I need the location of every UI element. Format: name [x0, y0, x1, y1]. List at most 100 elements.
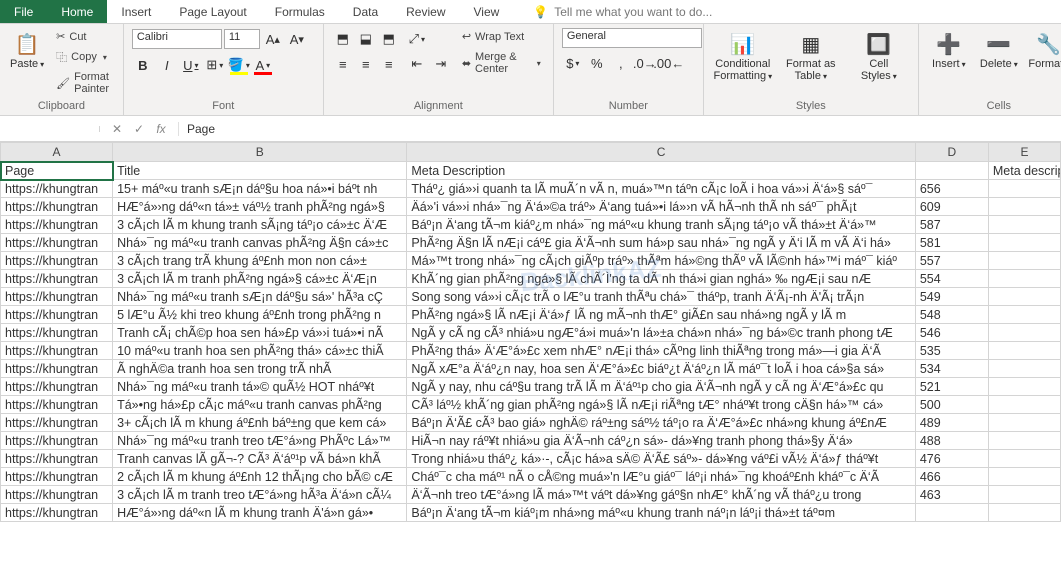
tab-formulas[interactable]: Formulas: [261, 0, 339, 23]
cell[interactable]: https://khungtran: [1, 378, 113, 396]
borders-button[interactable]: ⊞▾: [204, 54, 226, 76]
cell[interactable]: [915, 162, 988, 180]
comma-button[interactable]: ,: [610, 52, 632, 74]
align-top-icon[interactable]: ⬒: [332, 28, 354, 50]
tab-review[interactable]: Review: [392, 0, 459, 23]
merge-center-button[interactable]: ⬌Merge & Center▾: [458, 49, 545, 77]
align-bottom-icon[interactable]: ⬒: [378, 28, 400, 50]
cell[interactable]: CÃ³ láº½ khÃ´ng gian phÃ²ng ngá»§ lÃ nÆ¡…: [407, 396, 915, 414]
cell[interactable]: HÆ°á»›ng dáº«n lÃ m khung tranh Ä'á»n gá…: [113, 504, 407, 522]
cell[interactable]: 554: [915, 270, 988, 288]
cell[interactable]: 656: [915, 180, 988, 198]
tab-page-layout[interactable]: Page Layout: [165, 0, 260, 23]
cell[interactable]: [988, 414, 1060, 432]
conditional-formatting-button[interactable]: 📊 Conditional Formatting▾: [712, 28, 774, 84]
cell[interactable]: Tháº¿ giá»›i quanh ta lÃ muÃ´n vÃ n, muá…: [407, 180, 915, 198]
cell[interactable]: https://khungtran: [1, 360, 113, 378]
cell[interactable]: 548: [915, 306, 988, 324]
align-right-icon[interactable]: ≡: [378, 53, 400, 75]
cell[interactable]: 549: [915, 288, 988, 306]
tab-data[interactable]: Data: [339, 0, 392, 23]
cell[interactable]: Tá»•ng há»£p cÃ¡c máº«u tranh canvas phÃ…: [113, 396, 407, 414]
orientation-button[interactable]: ⤢▾: [406, 28, 428, 50]
cell[interactable]: 581: [915, 234, 988, 252]
cell[interactable]: 3 cÃ¡ch lÃ m tranh treo tÆ°á»ng hÃ³a Ä‘á…: [113, 486, 407, 504]
tab-insert[interactable]: Insert: [107, 0, 165, 23]
cell[interactable]: 463: [915, 486, 988, 504]
cell[interactable]: Nhá»¯ng máº«u tranh canvas phÃ²ng Ä§n cá…: [113, 234, 407, 252]
cell[interactable]: [988, 252, 1060, 270]
cell[interactable]: Title: [113, 162, 407, 180]
cell[interactable]: [988, 180, 1060, 198]
cut-button[interactable]: ✂Cut: [52, 28, 90, 45]
cell[interactable]: https://khungtran: [1, 396, 113, 414]
cell[interactable]: Tranh canvas lÃ gÃ¬-? CÃ³ Ä‘áº¹p vÃ bá»n…: [113, 450, 407, 468]
cell[interactable]: https://khungtran: [1, 180, 113, 198]
cell[interactable]: 488: [915, 432, 988, 450]
col-header-b[interactable]: B: [113, 143, 407, 162]
cell[interactable]: Ã nghÄ©a tranh hoa sen trong trÃ­ nhÃ: [113, 360, 407, 378]
cell[interactable]: 10 máº«u tranh hoa sen phÃ²ng thá» cá»±c…: [113, 342, 407, 360]
percent-button[interactable]: %: [586, 52, 608, 74]
cell[interactable]: NgÃ y nay, nhu cáº§u trang trÃ­ lÃ m Ä‘á…: [407, 378, 915, 396]
cell[interactable]: Cháº¯c cha máº¹ nÃ o cÅ©ng muá»'n lÆ°u g…: [407, 468, 915, 486]
spreadsheet-grid[interactable]: A B C D E PageTitleMeta DescriptionMeta …: [0, 142, 1061, 522]
col-header-c[interactable]: C: [407, 143, 915, 162]
cell[interactable]: [988, 486, 1060, 504]
cell[interactable]: 546: [915, 324, 988, 342]
cell[interactable]: https://khungtran: [1, 270, 113, 288]
cell[interactable]: https://khungtran: [1, 198, 113, 216]
cell[interactable]: 476: [915, 450, 988, 468]
align-left-icon[interactable]: ≡: [332, 53, 354, 75]
cell[interactable]: [988, 288, 1060, 306]
col-header-d[interactable]: D: [915, 143, 988, 162]
format-painter-button[interactable]: 🖌Format Painter: [52, 69, 115, 97]
cell[interactable]: https://khungtran: [1, 342, 113, 360]
number-format-select[interactable]: General: [562, 28, 702, 48]
align-center-icon[interactable]: ≡: [355, 53, 377, 75]
cell[interactable]: [988, 504, 1060, 522]
cancel-formula-icon[interactable]: ✕: [108, 122, 126, 136]
cell[interactable]: Nhá»¯ng máº«u tranh tá»© quÃ½ HOT nháº¥t: [113, 378, 407, 396]
cell[interactable]: 3+ cÃ¡ch lÃ m khung áº£nh báº±ng que kem…: [113, 414, 407, 432]
underline-button[interactable]: U▾: [180, 54, 202, 76]
fill-color-button[interactable]: 🪣▾: [228, 54, 250, 76]
cell[interactable]: https://khungtran: [1, 504, 113, 522]
cell[interactable]: https://khungtran: [1, 216, 113, 234]
cell[interactable]: [988, 270, 1060, 288]
name-box[interactable]: [0, 126, 100, 132]
cell[interactable]: [988, 342, 1060, 360]
font-size-select[interactable]: 11: [224, 29, 260, 49]
cell[interactable]: PhÃ²ng ngá»§ lÃ nÆ¡i Ä‘á»ƒ lÃ ng mÃ¬nh t…: [407, 306, 915, 324]
cell[interactable]: 521: [915, 378, 988, 396]
cell[interactable]: [988, 378, 1060, 396]
cell[interactable]: https://khungtran: [1, 288, 113, 306]
cell[interactable]: Meta description length: [988, 162, 1060, 180]
cell[interactable]: Nhá»¯ng máº«u tranh treo tÆ°á»ng PhÃºc L…: [113, 432, 407, 450]
cell[interactable]: https://khungtran: [1, 414, 113, 432]
cell[interactable]: [915, 504, 988, 522]
cell[interactable]: Äá»'i vá»›i nhá»¯ng Ä‘á»©a tráº» Ä‘ang t…: [407, 198, 915, 216]
cell[interactable]: https://khungtran: [1, 306, 113, 324]
cell[interactable]: Meta Description: [407, 162, 915, 180]
wrap-text-button[interactable]: ↩Wrap Text: [458, 28, 528, 45]
cell[interactable]: https://khungtran: [1, 252, 113, 270]
cell[interactable]: https://khungtran: [1, 450, 113, 468]
cell[interactable]: NgÃ y cÃ ng cÃ³ nhiá»u ngÆ°á»i muá»'n lá…: [407, 324, 915, 342]
col-header-e[interactable]: E: [988, 143, 1060, 162]
cell[interactable]: 15+ máº«u tranh sÆ¡n dáº§u hoa ná»•i báº…: [113, 180, 407, 198]
cell[interactable]: Page: [1, 162, 113, 180]
cell[interactable]: https://khungtran: [1, 468, 113, 486]
cell[interactable]: 3 cÃ¡ch lÃ m tranh phÃ²ng ngá»§ cá»±c Ä‘…: [113, 270, 407, 288]
copy-button[interactable]: ⿻Copy▾: [52, 47, 111, 67]
font-name-select[interactable]: Calibri: [132, 29, 222, 49]
increase-indent-button[interactable]: ⇥: [430, 53, 452, 75]
cell[interactable]: Trong nhiá»u tháº¿ ká»·-, cÃ¡c há»a sÄ© …: [407, 450, 915, 468]
cell[interactable]: [988, 306, 1060, 324]
cell[interactable]: 3 cÃ¡ch lÃ m khung tranh sÃ¡ng táº¡o cá»…: [113, 216, 407, 234]
cell[interactable]: [988, 216, 1060, 234]
tab-view[interactable]: View: [460, 0, 514, 23]
decrease-decimal-button[interactable]: .00←: [658, 52, 680, 74]
cell[interactable]: Tranh cÃ¡ chÃ©p hoa sen há»£p vá»›i tuá»…: [113, 324, 407, 342]
cell[interactable]: Song song vá»›i cÃ¡c trÃ o lÆ°u tranh th…: [407, 288, 915, 306]
